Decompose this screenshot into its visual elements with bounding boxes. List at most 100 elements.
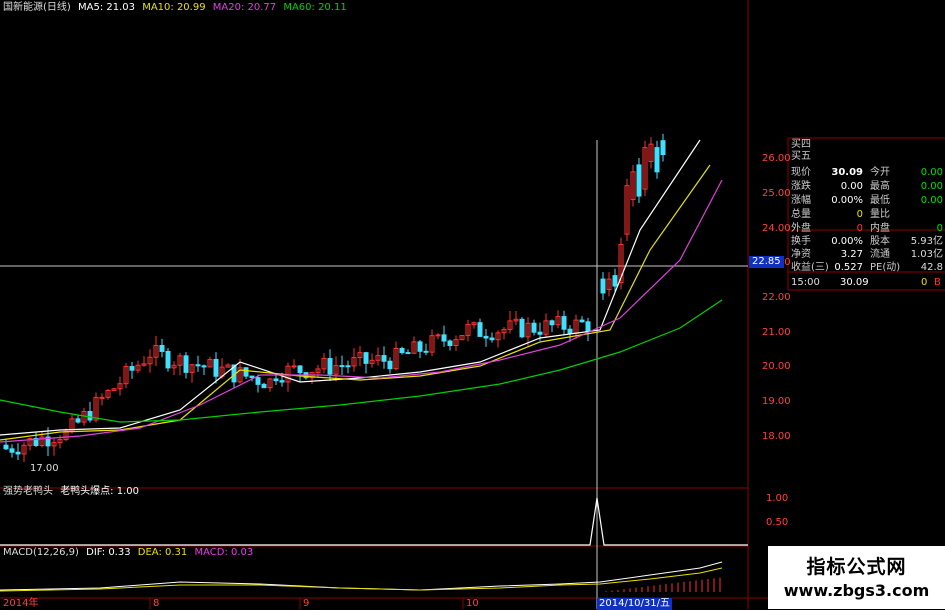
candle-body [249, 375, 255, 379]
quote-value: 0.00 [920, 195, 943, 206]
cursor-date: 2014/10/31/五 [597, 598, 673, 610]
candle-body [435, 334, 441, 337]
date-label: 8 [153, 598, 160, 609]
candle-body [291, 365, 297, 368]
quote-value: 1.03亿 [910, 249, 943, 260]
candle-body [405, 352, 411, 355]
quote-row: 换手 0.00% 股本 5.93亿 [788, 235, 945, 249]
candle-body [363, 352, 369, 364]
tick-time: 15:00 [791, 277, 820, 288]
quote-label: 量比 [870, 209, 890, 220]
tick-row: 15:00 30.09 0 B [788, 276, 945, 290]
stock-name: 国新能源(日线) [3, 2, 71, 13]
price-tick: 21.00 [762, 327, 791, 338]
indicator-name: 强势老鸭头 [3, 486, 53, 497]
watermark-url: www.zbgs3.com [783, 581, 930, 600]
macd-dif-line [0, 561, 723, 591]
quote-label: 现价 [791, 167, 811, 178]
date-label: 9 [303, 598, 310, 609]
candle-body [195, 364, 201, 367]
date-label: 10 [466, 598, 479, 609]
price-tick: 26.00 [762, 153, 791, 164]
tick-flag: B [934, 277, 941, 288]
candle-body [273, 378, 279, 382]
quote-value: 5.93亿 [910, 236, 943, 247]
price-tick: 22.00 [762, 292, 791, 303]
candle-body [339, 365, 345, 368]
candle-body [387, 360, 393, 370]
quote-label: 股本 [870, 236, 890, 247]
candle-body [612, 275, 618, 287]
candle-body [243, 367, 249, 377]
quote-value: 42.8 [920, 262, 943, 273]
candle-body [477, 322, 483, 337]
indicator-tick: 1.00 [766, 493, 789, 504]
quote-label: 内盘 [870, 223, 890, 234]
candle-body [489, 337, 495, 341]
quote-value: 0.00% [831, 195, 863, 206]
indicator-title: 强势老鸭头 老鸭头爆点: 1.00 [3, 486, 139, 498]
candle-body [159, 344, 165, 352]
candle-body [99, 396, 105, 399]
candle-body [297, 365, 303, 374]
quote-value: 3.27 [840, 249, 863, 260]
quote-value: 0 [856, 209, 863, 220]
price-tick: 20.00 [762, 361, 791, 372]
candle-body [567, 328, 573, 334]
candle-body [447, 340, 453, 346]
candle-body [9, 448, 15, 453]
quote-row: 总量 0 量比 [788, 208, 945, 222]
ma5-label: MA5: 21.03 [78, 2, 136, 13]
macd-dea: DEA: 0.31 [137, 547, 188, 558]
stock-title: 国新能源(日线) MA5: 21.03 MA10: 20.99 MA20: 20… [3, 2, 347, 14]
candle-body [165, 350, 171, 369]
quote-value: 30.09 [831, 167, 863, 178]
candle-body [213, 358, 219, 377]
quote-label: 总量 [791, 209, 811, 220]
macd-value: MACD: 0.03 [194, 547, 254, 558]
quote-label: 涨跌 [791, 181, 811, 192]
quote-label: 流通 [870, 249, 890, 260]
ma10-line [0, 164, 711, 441]
quote-row: 涨幅 0.00% 最低 0.00 [788, 194, 945, 208]
tick-volume: 0 [921, 277, 928, 288]
quote-row: 净资 3.27 流通 1.03亿 [788, 248, 945, 262]
candle-body [87, 410, 93, 421]
quote-value: 0.00 [920, 167, 943, 178]
candle-body [381, 355, 387, 362]
candle-body [423, 350, 429, 353]
quote-value: 0.00 [920, 181, 943, 192]
price-tick: 19.00 [762, 396, 791, 407]
quote-row: 涨跌 0.00 最高 0.00 [788, 180, 945, 194]
candle-body [531, 322, 537, 333]
kline-chart[interactable] [0, 0, 945, 609]
candle-body [279, 380, 285, 383]
quote-label: PE(动) [870, 262, 901, 273]
watermark-title: 指标公式网 [806, 556, 907, 578]
ma60-label: MA60: 20.11 [283, 2, 347, 13]
tick-price: 30.09 [840, 277, 869, 288]
candle-body [345, 365, 351, 368]
bid-label: 买五 [791, 151, 811, 162]
bid-row: 买五 [788, 150, 945, 164]
candle-body [600, 278, 606, 294]
candle-body [201, 365, 207, 368]
candle-body [417, 341, 423, 352]
ma20-label: MA20: 20.77 [212, 2, 277, 13]
candle-body [15, 451, 21, 455]
indicator-value: 老鸭头爆点: 1.00 [60, 486, 140, 497]
candle-body [129, 366, 135, 371]
low-price-marker: 17.00 [30, 463, 59, 474]
indicator-line [0, 497, 748, 546]
candle-body [441, 334, 447, 342]
candle-body [327, 358, 333, 375]
indicator-tick: 0.50 [766, 517, 789, 528]
ma60-line [0, 299, 723, 423]
quote-row: 收益(三) 0.527 PE(动) 42.8 [788, 261, 945, 275]
quote-label: 最低 [870, 195, 890, 206]
candle-body [579, 319, 585, 323]
price-tick: 24.00 [762, 223, 791, 234]
candle-body [537, 331, 543, 335]
quote-value: 0 [936, 223, 943, 234]
candle-body [585, 321, 591, 333]
